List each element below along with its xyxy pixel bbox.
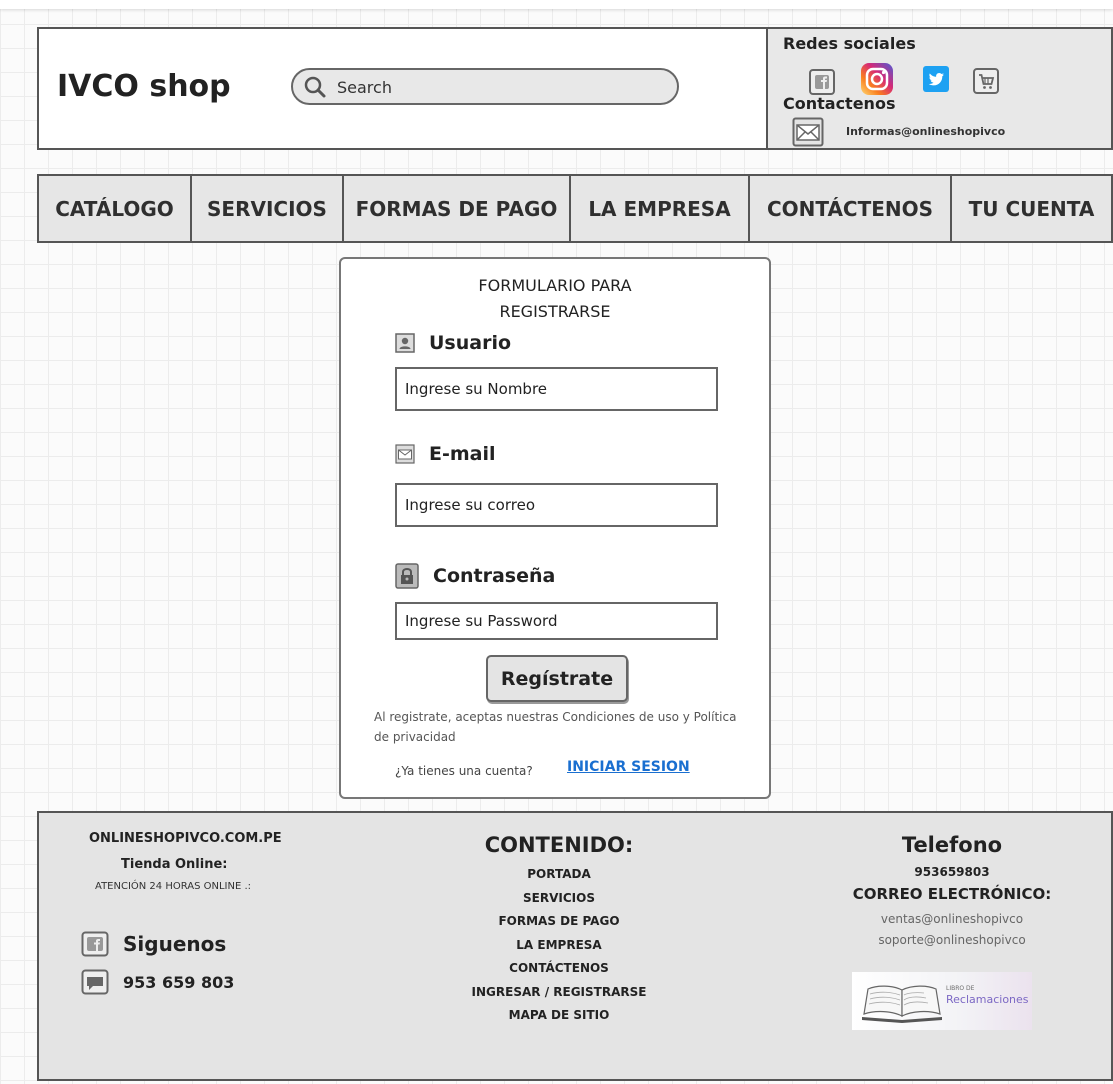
password-field[interactable] bbox=[395, 602, 718, 640]
footer-content-title: CONTENIDO: bbox=[484, 833, 634, 857]
form-title-line-1: FORMULARIO PARA bbox=[478, 276, 632, 295]
search-input[interactable] bbox=[337, 76, 667, 98]
footer-link-contactenos[interactable]: CONTÁCTENOS bbox=[449, 957, 669, 981]
registration-form: FORMULARIO PARA REGISTRARSE Usuario E-ma… bbox=[339, 257, 771, 799]
facebook-icon[interactable] bbox=[81, 931, 109, 957]
footer-link-la-empresa[interactable]: LA EMPRESA bbox=[449, 934, 669, 958]
nav-item-servicios[interactable]: SERVICIOS bbox=[192, 176, 344, 241]
password-label: Contraseña bbox=[395, 563, 555, 589]
form-title: FORMULARIO PARA REGISTRARSE bbox=[341, 273, 769, 325]
footer-phone-left: 953 659 803 bbox=[123, 972, 235, 992]
email-label-text: E-mail bbox=[429, 443, 496, 465]
footer-email-ventas[interactable]: ventas@onlineshopivco bbox=[827, 909, 1077, 930]
footer-link-mapa-de-sitio[interactable]: MAPA DE SITIO bbox=[449, 1004, 669, 1028]
footer-follow-text: Siguenos bbox=[123, 932, 227, 956]
nav-item-contactenos[interactable]: CONTÁCTENOS bbox=[750, 176, 952, 241]
footer-follow-row: Siguenos bbox=[81, 931, 226, 957]
footer-domain: ONLINESHOPIVCO.COM.PE bbox=[89, 831, 282, 846]
book-label-small: LIBRO DE bbox=[946, 985, 975, 992]
footer-store-label: Tienda Online: bbox=[121, 857, 228, 872]
login-link[interactable]: INICIAR SESION bbox=[567, 759, 690, 775]
terms-text: Al registrate, aceptas nuestras Condicio… bbox=[374, 710, 737, 744]
footer-hours: ATENCIÓN 24 HORAS ONLINE .: bbox=[95, 881, 252, 892]
email-field[interactable] bbox=[395, 483, 718, 527]
user-label: Usuario bbox=[395, 332, 511, 354]
search-icon[interactable] bbox=[303, 75, 327, 99]
register-button[interactable]: Regístrate bbox=[486, 655, 628, 702]
user-icon bbox=[395, 333, 415, 353]
footer-link-servicios[interactable]: SERVICIOS bbox=[449, 887, 669, 911]
book-label-big: Reclamaciones bbox=[946, 993, 1029, 1006]
site-header: IVCO shop Redes sociales bbox=[37, 27, 1113, 150]
social-title: Redes sociales bbox=[783, 34, 916, 53]
footer-phone-title: Telefono bbox=[901, 833, 1003, 857]
user-label-text: Usuario bbox=[429, 332, 512, 354]
footer-link-ingresar-registrarse[interactable]: INGRESAR / REGISTRARSE bbox=[449, 981, 669, 1005]
mail-icon bbox=[792, 117, 824, 147]
social-contact-panel: Redes sociales Contactenos Informas@onli… bbox=[766, 27, 1113, 150]
open-book-icon bbox=[862, 985, 942, 1023]
mail-icon bbox=[395, 444, 415, 464]
footer-content-column: CONTENIDO: PORTADA SERVICIOS FORMAS DE P… bbox=[449, 833, 669, 1028]
cart-icon[interactable] bbox=[972, 67, 1000, 95]
twitter-icon[interactable] bbox=[922, 65, 950, 93]
libro-reclamaciones-banner[interactable]: LIBRO DE Reclamaciones bbox=[852, 972, 1032, 1030]
search-bar[interactable] bbox=[291, 68, 679, 105]
footer-phone-number: 953659803 bbox=[914, 865, 990, 879]
footer-contact-column: Telefono 953659803 CORREO ELECTRÓNICO: v… bbox=[827, 833, 1077, 951]
instagram-icon[interactable] bbox=[860, 62, 894, 96]
footer-email-soporte[interactable]: soporte@onlineshopivco bbox=[827, 930, 1077, 951]
form-title-line-2: REGISTRARSE bbox=[499, 302, 611, 321]
chat-icon bbox=[81, 969, 109, 995]
top-rule bbox=[0, 0, 1113, 9]
footer-email-title: CORREO ELECTRÓNICO: bbox=[852, 885, 1052, 903]
site-logo[interactable]: IVCO shop bbox=[57, 69, 231, 104]
username-field[interactable] bbox=[395, 367, 718, 411]
main-nav: CATÁLOGO SERVICIOS FORMAS DE PAGO LA EMP… bbox=[37, 174, 1113, 243]
nav-item-formas-de-pago[interactable]: FORMAS DE PAGO bbox=[344, 176, 571, 241]
nav-item-tu-cuenta[interactable]: TU CUENTA bbox=[952, 176, 1111, 241]
footer-phone-row: 953 659 803 bbox=[81, 969, 234, 995]
email-label: E-mail bbox=[395, 443, 496, 465]
brand-panel: IVCO shop bbox=[37, 27, 768, 150]
contact-title: Contactenos bbox=[783, 94, 896, 113]
contact-email[interactable]: Informas@onlineshopivco bbox=[846, 125, 1005, 138]
lock-icon bbox=[395, 563, 419, 589]
nav-item-catalogo[interactable]: CATÁLOGO bbox=[39, 176, 192, 241]
site-footer: ONLINESHOPIVCO.COM.PE Tienda Online: ATE… bbox=[37, 811, 1113, 1081]
footer-link-portada[interactable]: PORTADA bbox=[449, 863, 669, 887]
facebook-icon[interactable] bbox=[808, 68, 836, 96]
have-account-text: ¿Ya tienes una cuenta? bbox=[395, 764, 533, 778]
footer-link-formas-de-pago[interactable]: FORMAS DE PAGO bbox=[449, 910, 669, 934]
nav-item-la-empresa[interactable]: LA EMPRESA bbox=[571, 176, 750, 241]
password-label-text: Contraseña bbox=[433, 565, 556, 587]
